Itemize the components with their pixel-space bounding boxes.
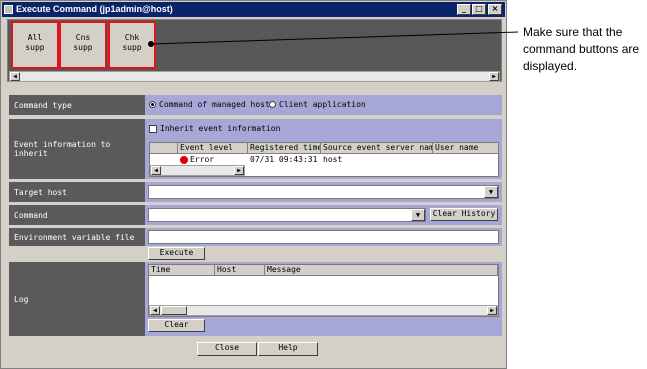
command-button-label-2: supp [73, 43, 93, 52]
event-time-value: 07/31 09:43:31 [250, 155, 318, 164]
app-icon [4, 5, 13, 14]
log-field: Time Host Message ◀ ▶ Clear [145, 262, 502, 336]
event-column-server: Source event server name [321, 143, 433, 154]
command-combo[interactable]: ▼ [148, 208, 426, 222]
log-label: Log [9, 262, 145, 336]
event-info-field: Inherit event information Event level Re… [145, 119, 502, 179]
event-column-icon [150, 143, 178, 154]
execute-command-window: Execute Command (jp1admin@host) _ □ × Al… [0, 0, 507, 369]
log-table[interactable]: Time Host Message ◀ ▶ [148, 264, 499, 317]
radio-client-application-label: Client application [279, 100, 366, 109]
command-button-label-2: supp [25, 43, 45, 52]
log-column-time: Time [149, 265, 215, 276]
log-column-host: Host [215, 265, 265, 276]
log-scrollbar[interactable]: ◀ ▶ [149, 305, 498, 316]
target-host-row: ▼ [145, 182, 502, 202]
event-column-level: Event level [178, 143, 248, 154]
scroll-right-arrow-icon[interactable]: ▶ [234, 166, 244, 175]
command-button-label-1: Cns [75, 33, 91, 42]
target-host-combo[interactable]: ▼ [148, 185, 499, 199]
radio-managed-host[interactable] [149, 101, 156, 108]
target-host-dropdown-icon[interactable]: ▼ [484, 186, 498, 198]
event-info-label: Event information to inherit [9, 119, 145, 179]
chk-supp-command-button[interactable]: Chk supp [108, 21, 156, 69]
annotation-text: Make sure that the command buttons are d… [523, 25, 640, 73]
target-host-label: Target host [9, 182, 145, 202]
error-icon [180, 156, 188, 164]
clear-history-button[interactable]: Clear History [430, 208, 498, 221]
clear-log-button[interactable]: Clear [148, 319, 205, 332]
command-row: ▼ Clear History [145, 205, 502, 225]
event-level-value: Error [190, 155, 215, 164]
radio-client-application[interactable] [269, 101, 276, 108]
log-scroll-thumb[interactable] [161, 306, 187, 315]
scroll-right-arrow-icon[interactable]: ▶ [489, 72, 499, 81]
command-type-label: Command type [9, 95, 145, 115]
event-column-time: Registered time [248, 143, 321, 154]
command-area-scrollbar[interactable]: ◀ ▶ [9, 71, 500, 82]
env-file-row [145, 228, 502, 246]
close-button[interactable]: Close [197, 342, 257, 356]
execute-row: Execute [145, 246, 502, 262]
command-button-label-1: All [27, 33, 43, 42]
env-file-label: Environment variable file [9, 228, 145, 246]
event-column-user: User name [433, 143, 499, 154]
log-column-message: Message [265, 265, 498, 276]
command-dropdown-icon[interactable]: ▼ [411, 209, 425, 221]
window-title: Execute Command (jp1admin@host) [16, 4, 173, 14]
title-bar[interactable]: Execute Command (jp1admin@host) _ □ × [2, 2, 505, 17]
command-button-label-2: supp [122, 43, 142, 52]
help-button[interactable]: Help [258, 342, 318, 356]
command-type-field: Command of managed host Client applicati… [145, 95, 502, 115]
scroll-left-arrow-icon[interactable]: ◀ [151, 166, 161, 175]
radio-managed-host-label: Command of managed host [159, 100, 270, 109]
event-server-value: host [323, 155, 343, 164]
scroll-left-arrow-icon[interactable]: ◀ [150, 306, 160, 315]
close-window-button[interactable]: × [488, 4, 502, 15]
scroll-right-arrow-icon[interactable]: ▶ [487, 306, 497, 315]
inherit-checkbox[interactable] [149, 125, 157, 133]
cns-supp-command-button[interactable]: Cns supp [59, 21, 107, 69]
event-table: Event level Registered time Source event… [149, 142, 499, 177]
execute-button[interactable]: Execute [148, 247, 205, 260]
all-supp-command-button[interactable]: All supp [11, 21, 59, 69]
inherit-checkbox-label: Inherit event information [160, 124, 281, 133]
env-file-input[interactable] [148, 230, 499, 244]
maximize-button[interactable]: □ [472, 4, 486, 15]
scroll-left-arrow-icon[interactable]: ◀ [10, 72, 20, 81]
command-button-area: All supp Cns supp Chk supp ◀ ▶ [7, 19, 502, 82]
event-table-scrollbar[interactable]: ◀ ▶ [150, 165, 245, 176]
command-label: Command [9, 205, 145, 225]
command-button-label-1: Chk [124, 33, 140, 42]
minimize-button[interactable]: _ [457, 4, 471, 15]
event-row[interactable]: Error 07/31 09:43:31 host [150, 155, 498, 165]
